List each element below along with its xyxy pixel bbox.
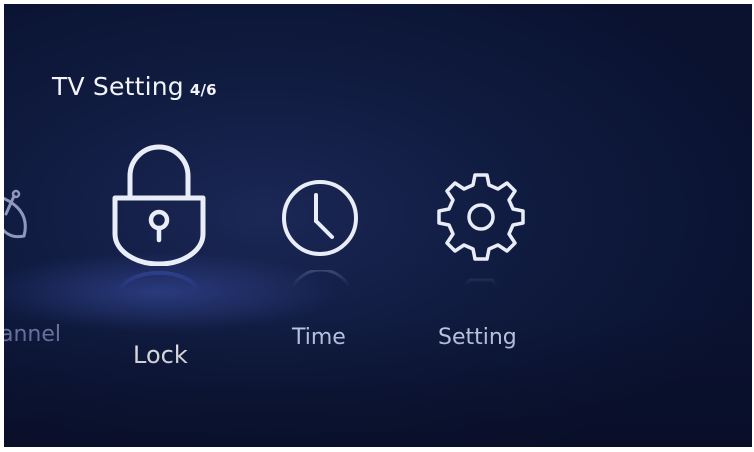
page-title: TV Setting 4/6: [52, 72, 217, 101]
title-text: TV Setting: [52, 72, 184, 101]
menu-item-setting-label: Setting: [438, 325, 517, 350]
menu-item-channel-label: annel: [4, 322, 62, 347]
gear-icon-reflection: [444, 266, 518, 302]
lock-icon: [108, 142, 210, 266]
gear-icon: [436, 172, 526, 262]
clock-icon: [280, 178, 360, 258]
satellite-dish-icon: [4, 184, 44, 254]
clock-icon-reflection: [286, 266, 356, 304]
lock-icon-reflection: [116, 266, 202, 310]
page-indicator: 4/6: [189, 81, 217, 99]
menu-item-lock-label: Lock: [133, 341, 188, 369]
menu-item-time-label: Time: [292, 325, 346, 350]
tv-settings-screen: TV Setting 4/6 annel Lock Time Setting: [4, 4, 752, 447]
